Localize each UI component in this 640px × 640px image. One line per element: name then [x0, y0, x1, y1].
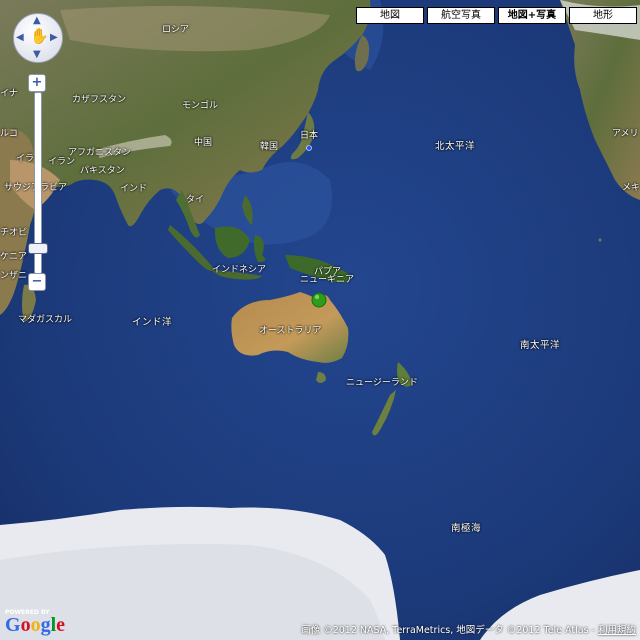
label-pakistan: パキスタン	[80, 166, 125, 176]
pan-right-icon[interactable]: ▶	[50, 33, 58, 43]
copyright-notice: 画像 ©2012 NASA, TerraMetrics, 地図データ ©2012…	[301, 622, 636, 636]
copyright-text: 画像 ©2012 NASA, TerraMetrics, 地図データ ©2012…	[301, 625, 598, 636]
label-mexico-cut: メキ	[622, 183, 640, 193]
label-indian-ocean: インド洋	[132, 317, 173, 328]
zoom-in-button[interactable]: +	[28, 74, 46, 92]
label-kenya: ケニア	[0, 252, 28, 262]
map-type-terrain-button[interactable]: 地形	[569, 7, 637, 24]
location-pin-blue	[306, 145, 312, 151]
label-tanzania-cut: ンザニ	[0, 271, 28, 281]
label-southern-ocean: 南極海	[451, 523, 482, 534]
label-ukraine-cut: イナ	[0, 89, 18, 99]
map-type-hybrid-button[interactable]: 地図+写真	[498, 7, 566, 24]
terms-of-use-link[interactable]: 利用規約	[598, 625, 636, 636]
label-indonesia: インドネシア	[212, 265, 267, 275]
label-russia: ロシア	[162, 25, 190, 35]
zoom-out-button[interactable]: −	[28, 273, 46, 291]
label-china: 中国	[194, 138, 213, 148]
map-type-control: 地図 航空写真 地図+写真 地形	[356, 7, 637, 24]
label-iran: イラン	[48, 157, 76, 167]
label-korea: 韓国	[260, 142, 279, 152]
google-logo[interactable]: POWERED BY Google	[5, 609, 66, 636]
label-australia: オーストラリア	[259, 326, 322, 336]
label-japan: 日本	[300, 131, 319, 141]
label-south-pacific: 南太平洋	[520, 340, 561, 351]
map-type-map-button[interactable]: 地図	[356, 7, 424, 24]
location-marker[interactable]	[311, 292, 327, 308]
label-turkey-cut: ルコ	[0, 129, 18, 139]
label-mongolia: モンゴル	[182, 101, 219, 111]
zoom-slider-handle[interactable]	[28, 243, 48, 254]
google-wordmark: Google	[5, 614, 66, 636]
map-type-satellite-button[interactable]: 航空写真	[427, 7, 495, 24]
label-america-cut: アメリ	[612, 129, 639, 139]
label-afghanistan: アフガニスタン	[68, 148, 132, 158]
pan-up-icon[interactable]: ▲	[33, 16, 41, 26]
pan-control[interactable]: ▲ ▼ ◀ ▶ ✋	[13, 13, 63, 63]
label-thailand: タイ	[186, 195, 205, 205]
pan-left-icon[interactable]: ◀	[16, 33, 24, 43]
label-india: インド	[120, 184, 148, 194]
pan-down-icon[interactable]: ▼	[33, 50, 41, 60]
label-new-zealand: ニュージーランド	[346, 378, 418, 388]
label-north-pacific: 北太平洋	[435, 141, 476, 152]
hawaii	[598, 238, 602, 242]
hand-icon: ✋	[30, 27, 49, 45]
label-iraq-cut: イラ	[16, 154, 35, 164]
label-new-guinea: ニューギニア	[300, 275, 355, 285]
label-kazakhstan: カザフスタン	[72, 95, 127, 105]
label-ethiopia-cut: チオピ	[0, 228, 28, 238]
label-madagascar: マダガスカル	[18, 315, 73, 325]
